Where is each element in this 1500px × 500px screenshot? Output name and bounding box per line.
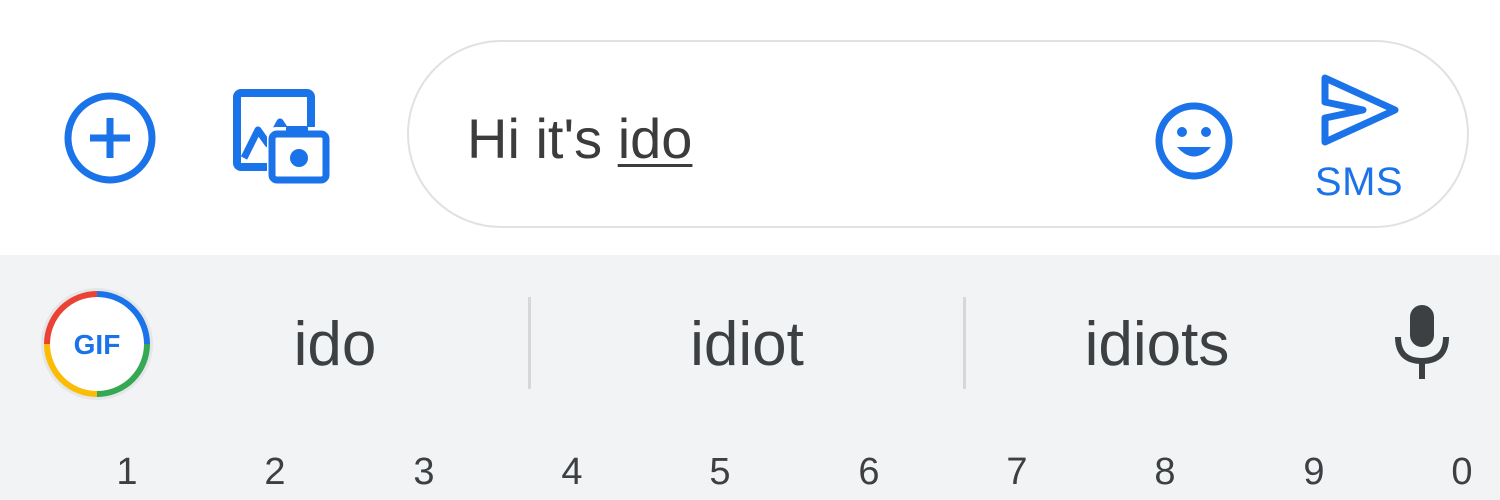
key-2[interactable]: 2 bbox=[245, 447, 305, 497]
suggestion-divider bbox=[528, 297, 531, 389]
voice-input-button[interactable] bbox=[1392, 303, 1452, 383]
key-5[interactable]: 5 bbox=[690, 447, 750, 497]
microphone-icon bbox=[1395, 305, 1449, 379]
keyboard-suggestion-strip: GIF ido idiot idiots bbox=[0, 255, 1500, 427]
send-icon bbox=[1321, 74, 1399, 146]
smiley-icon bbox=[1155, 102, 1233, 180]
message-prefix: Hi it's bbox=[467, 107, 618, 170]
key-3[interactable]: 3 bbox=[394, 447, 454, 497]
composing-word: ido bbox=[617, 107, 693, 170]
gallery-camera-icon bbox=[233, 89, 331, 184]
suggestion-divider bbox=[963, 297, 966, 389]
keyboard-number-row: 1 2 3 4 5 6 7 8 9 0 bbox=[0, 427, 1500, 500]
key-8[interactable]: 8 bbox=[1135, 447, 1195, 497]
suggestion-item[interactable]: idiot bbox=[612, 295, 882, 395]
suggestion-item[interactable]: idiots bbox=[1022, 295, 1292, 395]
suggestion-item[interactable]: ido bbox=[200, 295, 470, 395]
message-input[interactable]: Hi it's ido SMS bbox=[407, 40, 1469, 228]
key-4[interactable]: 4 bbox=[542, 447, 602, 497]
gif-label: GIF bbox=[74, 329, 121, 360]
emoji-button[interactable] bbox=[1153, 100, 1235, 182]
gif-icon: GIF bbox=[41, 288, 153, 400]
key-0[interactable]: 0 bbox=[1432, 447, 1492, 497]
message-text: Hi it's ido bbox=[467, 107, 692, 171]
send-type-label: SMS bbox=[1314, 160, 1404, 204]
gif-button[interactable]: GIF bbox=[38, 285, 156, 403]
gallery-camera-button[interactable] bbox=[232, 88, 332, 188]
add-circle-icon bbox=[64, 92, 156, 184]
send-sms-button[interactable]: SMS bbox=[1307, 68, 1411, 214]
key-1[interactable]: 1 bbox=[97, 447, 157, 497]
key-9[interactable]: 9 bbox=[1284, 447, 1344, 497]
compose-bar: Hi it's ido SMS bbox=[0, 0, 1500, 255]
key-7[interactable]: 7 bbox=[987, 447, 1047, 497]
add-attachment-button[interactable] bbox=[62, 90, 158, 186]
key-6[interactable]: 6 bbox=[839, 447, 899, 497]
